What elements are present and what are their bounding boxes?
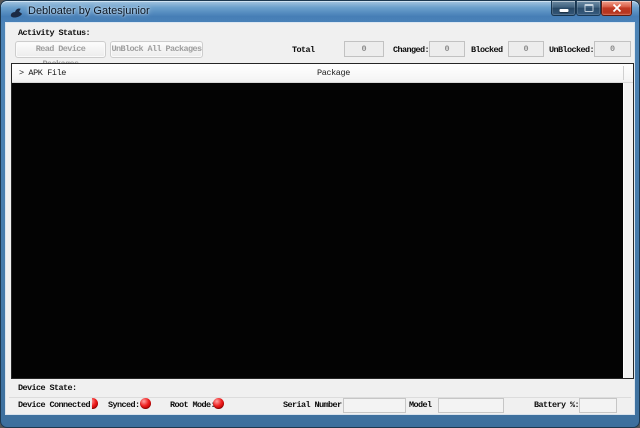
read-device-packages-button[interactable]: Read Device Packages [15,41,106,58]
minimize-button[interactable] [551,1,576,16]
battery-label: Battery %: [534,400,579,410]
package-list: > APK File Package [11,63,634,379]
window-content: Activity Status: Read Device Packages Un… [6,23,634,414]
battery-field[interactable] [579,398,617,413]
apk-file-column-header[interactable]: > APK File [19,68,66,78]
blocked-label: Blocked [471,45,503,55]
package-list-body[interactable] [12,83,623,378]
blocked-value-box[interactable]: 0 [508,41,544,57]
model-label: Model [409,400,432,410]
maximize-icon [584,4,593,12]
device-state-label: Device State: [18,383,77,393]
synced-indicator [140,398,151,409]
column-separator[interactable] [623,66,624,80]
app-window: Debloater by Gatesjunior Activity Status… [0,0,640,428]
minimize-icon [559,9,568,12]
vertical-scrollbar-track[interactable] [623,83,633,378]
synced-label: Synced: [108,400,140,410]
root-mode-indicator [213,398,224,409]
changed-label: Changed: [393,45,429,55]
unblock-all-packages-button[interactable]: UnBlock All Packages [110,41,203,58]
titlebar[interactable]: Debloater by Gatesjunior [1,1,639,23]
model-field[interactable] [438,398,504,413]
status-panel-divider [9,397,631,398]
unblocked-value-box[interactable]: 0 [594,41,631,57]
app-icon [9,5,24,20]
expander-icon[interactable]: > [19,68,24,78]
root-mode-label: Root Mode: [170,400,215,410]
total-label: Total [292,45,315,55]
changed-value-box[interactable]: 0 [429,41,465,57]
package-list-header: > APK File Package [12,64,633,83]
device-connected-label: Device Connected: [18,400,95,410]
serial-number-label: Serial Number: [283,400,346,410]
close-button[interactable] [601,1,632,16]
package-column-header[interactable]: Package [317,68,350,78]
unblocked-label: UnBlocked: [549,45,594,55]
maximize-button[interactable] [576,1,601,16]
activity-status-label: Activity Status: [18,28,90,38]
serial-number-field[interactable] [343,398,406,413]
window-title: Debloater by Gatesjunior [28,5,150,17]
window-controls [551,1,632,17]
total-value-box[interactable]: 0 [344,41,384,57]
close-icon [612,4,622,13]
